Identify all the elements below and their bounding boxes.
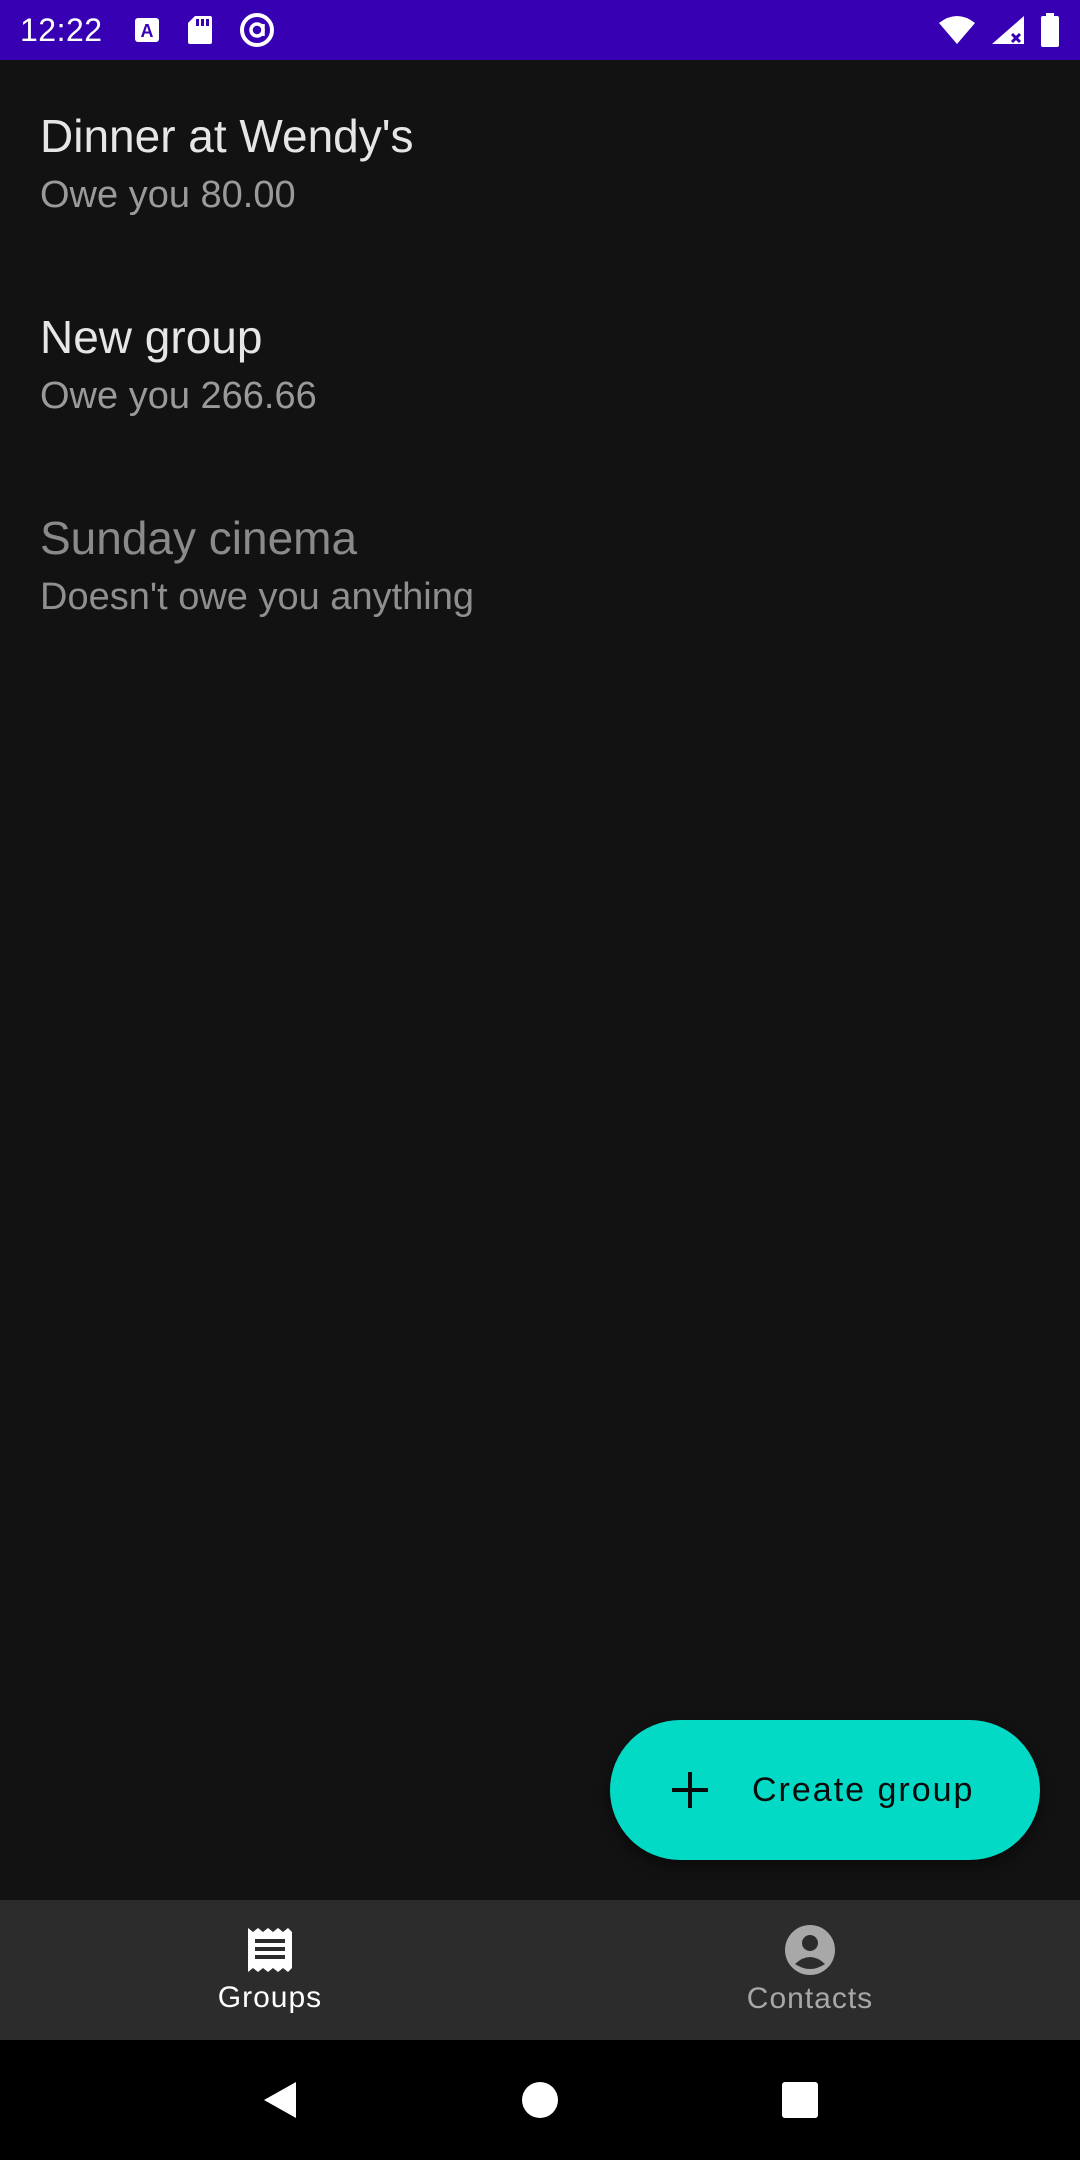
signal-icon	[990, 14, 1026, 46]
nav-item-contacts[interactable]: Contacts	[540, 1900, 1080, 2040]
nav-label-groups: Groups	[217, 1981, 323, 2014]
group-list: Dinner at Wendy's Owe you 80.00 New grou…	[0, 60, 1080, 663]
screen: 12:22 A Dinner at Wendy's Owe you 80.00 …	[0, 0, 1080, 2160]
nav-label-contacts: Contacts	[746, 1982, 874, 2015]
status-icons-left: A	[133, 12, 275, 48]
battery-icon	[1040, 13, 1060, 47]
recents-icon[interactable]	[760, 2060, 840, 2140]
nav-item-groups[interactable]: Groups	[0, 1900, 540, 2040]
group-name: New group	[40, 311, 263, 363]
group-item-sunday-cinema[interactable]: Sunday cinema Doesn't owe you anything	[0, 462, 1080, 663]
status-time: 12:22	[20, 11, 103, 48]
sd-card-icon	[187, 15, 213, 45]
group-balance: Doesn't owe you anything	[40, 576, 474, 618]
system-navigation-bar	[0, 2040, 1080, 2160]
group-name: Sunday cinema	[40, 512, 358, 564]
create-group-label: Create group	[752, 1770, 975, 1809]
group-name: Dinner at Wendy's	[40, 110, 414, 162]
back-icon[interactable]	[240, 2060, 320, 2140]
svg-text:A: A	[140, 21, 153, 41]
home-icon[interactable]	[500, 2060, 580, 2140]
group-item-dinner-at-wendys[interactable]: Dinner at Wendy's Owe you 80.00	[0, 60, 1080, 261]
plus-icon	[670, 1770, 710, 1810]
account-circle-icon	[784, 1924, 836, 1976]
group-balance: Owe you 266.66	[40, 375, 317, 417]
a-notification-icon: A	[133, 16, 161, 44]
bottom-navigation: Groups Contacts	[0, 1900, 1080, 2040]
status-bar: 12:22 A	[0, 0, 1080, 60]
group-item-new-group[interactable]: New group Owe you 266.66	[0, 261, 1080, 462]
vpn-at-icon	[239, 12, 275, 48]
status-icons-right	[938, 13, 1060, 47]
receipt-icon	[245, 1925, 295, 1975]
wifi-icon	[938, 15, 976, 45]
group-balance: Owe you 80.00	[40, 174, 296, 216]
create-group-button[interactable]: Create group	[610, 1720, 1040, 1860]
